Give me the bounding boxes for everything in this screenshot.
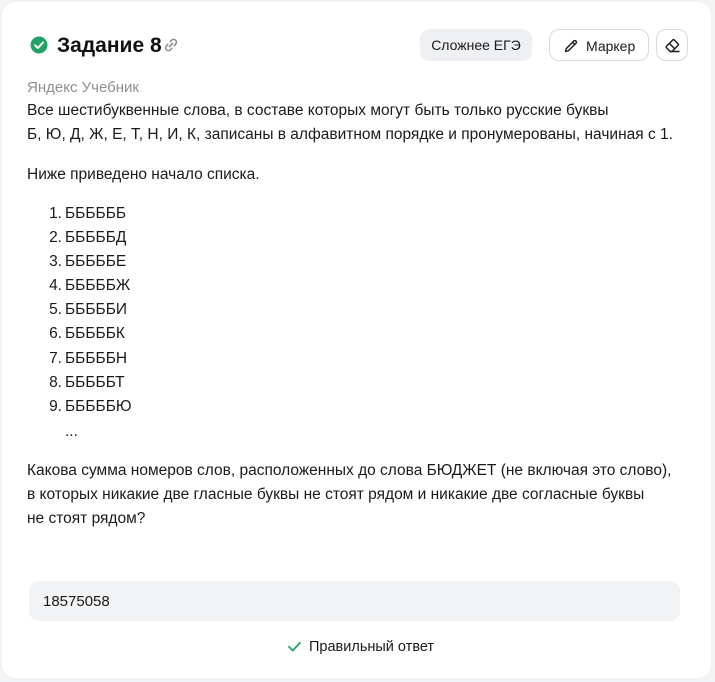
list-item-number: 2. xyxy=(49,229,62,247)
checkmark-icon xyxy=(288,641,301,652)
task-question-line-3: не стоят рядом? xyxy=(27,510,146,527)
list-item-number: 7. xyxy=(49,349,62,367)
list-item: 8. БББББТ xyxy=(38,371,132,395)
list-item-word: БББББИ xyxy=(65,301,127,319)
word-list: 1. ББББББ 2. БББББД 3. БББББЕ 4. БББББЖ 5. ББ… xyxy=(38,202,132,419)
list-item: 7. БББББН xyxy=(38,347,132,371)
answer-input[interactable] xyxy=(29,581,680,621)
list-item-word: БББББК xyxy=(65,325,125,343)
task-card: Задание 8 Сложнее ЕГЭ Маркер Яндекс Учеб… xyxy=(2,2,711,678)
task-header: Задание 8 Сложнее ЕГЭ Маркер xyxy=(30,29,688,64)
pencil-icon xyxy=(564,39,578,53)
source-label: Яндекс Учебник xyxy=(27,79,139,96)
list-item-number: 9. xyxy=(49,397,62,415)
task-intro: Все шестибуквенные слова, в составе кото… xyxy=(27,99,697,147)
list-item-word: БББББЮ xyxy=(65,397,132,415)
check-circle-icon xyxy=(30,36,48,54)
difficulty-tag: Сложнее ЕГЭ xyxy=(420,29,532,61)
difficulty-tag-label: Сложнее ЕГЭ xyxy=(431,37,521,53)
list-item: 4. БББББЖ xyxy=(38,274,132,298)
list-item: 3. БББББЕ xyxy=(38,250,132,274)
list-item-number: 1. xyxy=(49,205,62,222)
list-intro: Ниже приведено начало списка. xyxy=(27,166,260,183)
list-item-word: БББББН xyxy=(65,349,128,367)
list-item: 5. БББББИ xyxy=(38,298,132,322)
task-question-line-1: Какова сумма номеров слов, расположенных… xyxy=(27,462,672,479)
list-item-word: БББББД xyxy=(65,229,127,247)
eraser-button[interactable] xyxy=(656,29,688,61)
list-item-word: БББББЕ xyxy=(65,253,127,271)
list-item: 1. ББББББ xyxy=(38,202,132,226)
task-title: Задание 8 xyxy=(57,34,162,57)
task-question: Какова сумма номеров слов, расположенных… xyxy=(27,459,697,531)
list-item-word: БББББЖ xyxy=(65,277,131,295)
list-item-number: 3. xyxy=(49,253,62,271)
list-ellipsis: ... xyxy=(65,423,78,440)
list-item-number: 4. xyxy=(49,277,62,295)
task-question-line-2: в которых никакие две гласные буквы не с… xyxy=(27,486,645,503)
eraser-icon xyxy=(665,39,680,53)
list-item-number: 6. xyxy=(49,325,62,343)
list-item-number: 5. xyxy=(49,301,62,319)
list-item-word: ББББББ xyxy=(65,205,127,222)
list-item: 6. БББББК xyxy=(38,322,132,346)
list-item-number: 8. xyxy=(49,373,62,391)
task-intro-line-1: Все шестибуквенные слова, в составе кото… xyxy=(27,102,609,119)
marker-button[interactable]: Маркер xyxy=(549,29,649,61)
marker-button-label: Маркер xyxy=(586,38,636,54)
result-label: Правильный ответ xyxy=(309,639,435,655)
list-item: 9. БББББЮ xyxy=(38,395,132,419)
list-item-word: БББББТ xyxy=(65,373,125,391)
list-item: 2. БББББД xyxy=(38,226,132,250)
link-icon[interactable] xyxy=(162,36,180,54)
task-intro-line-2: Б, Ю, Д, Ж, Е, Т, Н, И, К, записаны в ал… xyxy=(27,126,673,143)
